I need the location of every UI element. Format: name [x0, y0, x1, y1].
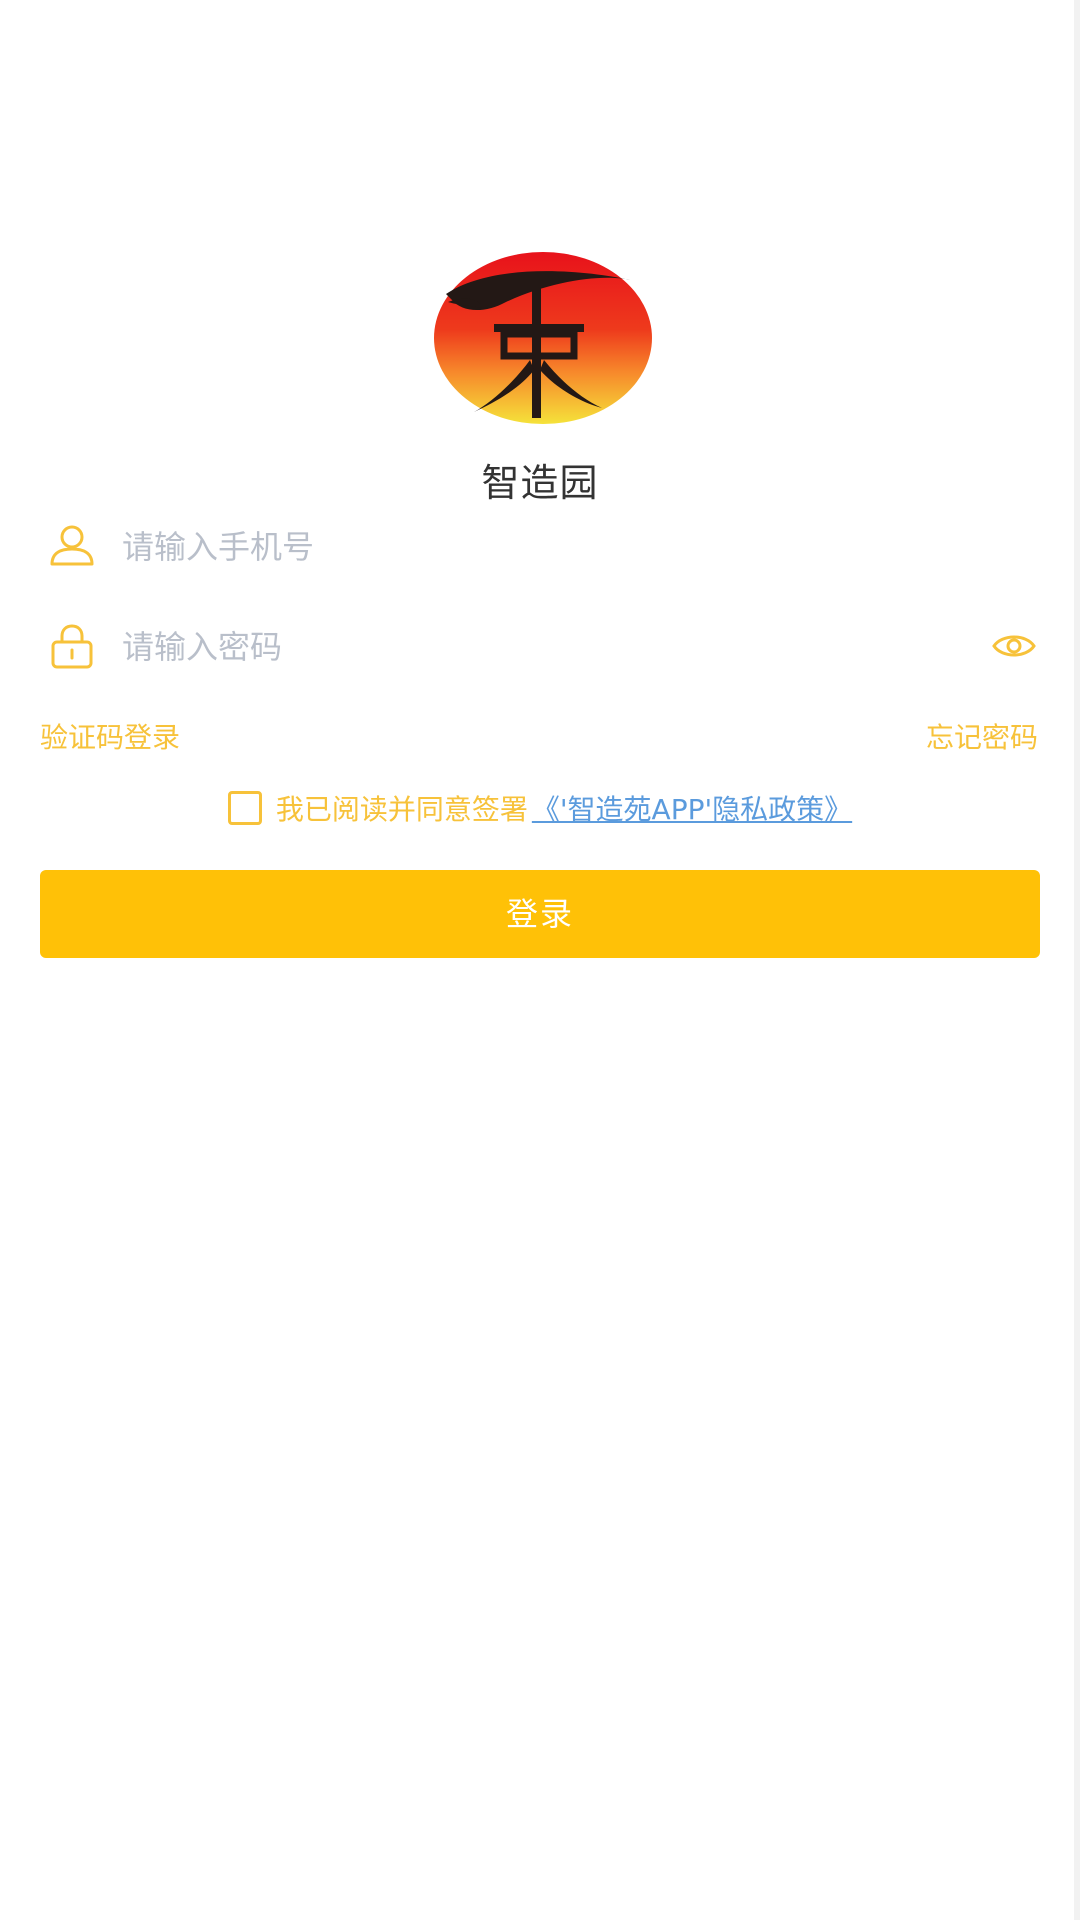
password-input[interactable]: [120, 616, 944, 678]
agreement-text: 我已阅读并同意签署: [275, 793, 528, 826]
phone-input[interactable]: [120, 516, 944, 578]
password-field[interactable]: [40, 606, 1040, 686]
forgot-password-link[interactable]: 忘记密码: [926, 716, 1038, 756]
lock-icon: [48, 622, 96, 670]
login-button[interactable]: 登录: [40, 870, 1040, 958]
eye-icon[interactable]: [992, 626, 1036, 666]
app-logo: [434, 252, 652, 424]
phone-field[interactable]: [40, 506, 1040, 586]
user-icon: [48, 522, 96, 570]
login-page: 智造园 验证码登录 忘记密码: [0, 0, 1080, 1920]
scrollbar-edge: [1074, 0, 1080, 1920]
agreement-row: 我已阅读并同意签署 《'智造苑APP'隐私政策》: [0, 788, 1080, 828]
login-options: 验证码登录 忘记密码: [40, 716, 1038, 756]
app-name: 智造园: [481, 461, 599, 505]
privacy-policy-link[interactable]: 《'智造苑APP'隐私政策》: [532, 788, 852, 828]
agreement-checkbox[interactable]: [227, 791, 262, 825]
sms-login-link[interactable]: 验证码登录: [40, 716, 180, 756]
agreement-group: 我已阅读并同意签署 《'智造苑APP'隐私政策》: [227, 788, 852, 828]
